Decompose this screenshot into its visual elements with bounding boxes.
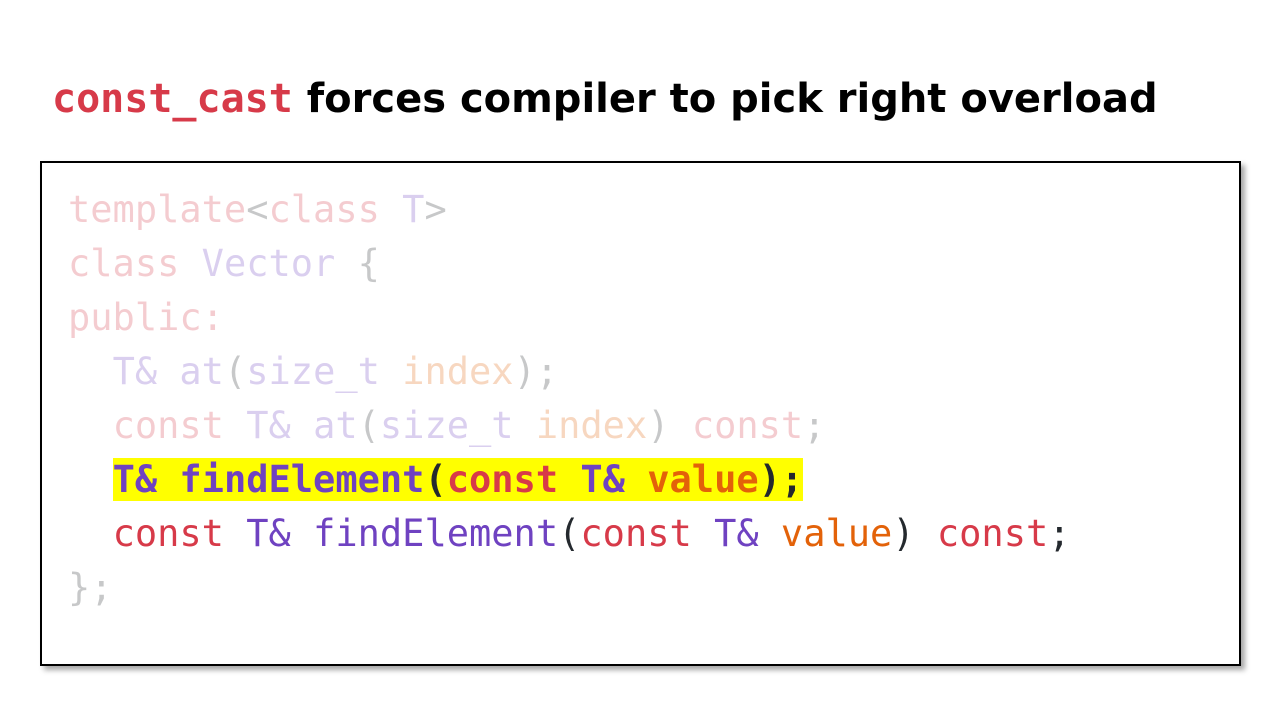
code-token: ) bbox=[892, 512, 937, 555]
code-token: const bbox=[112, 404, 224, 447]
code-token: ; bbox=[803, 404, 826, 447]
code-token: T& bbox=[714, 512, 759, 555]
code-line: }; bbox=[68, 561, 1071, 615]
code-token: }; bbox=[68, 566, 113, 609]
code-token: findElement bbox=[179, 458, 425, 501]
code-token: const bbox=[112, 512, 224, 555]
code-token: const bbox=[580, 512, 692, 555]
code-line: class Vector { bbox=[68, 237, 1071, 291]
code-token: const bbox=[936, 512, 1049, 555]
code-token: T& bbox=[246, 512, 291, 555]
code-token: T& bbox=[112, 458, 158, 501]
code-line: T& at(size_t index); bbox=[68, 345, 1071, 399]
highlight: T& findElement(const T& value); bbox=[112, 458, 804, 501]
code-token: > bbox=[424, 188, 447, 231]
code-token: Vector bbox=[201, 242, 336, 285]
code-token: { bbox=[335, 242, 380, 285]
code-token: public: bbox=[68, 296, 224, 339]
code-token: ) bbox=[647, 404, 692, 447]
code-token: T bbox=[402, 188, 425, 231]
code-token: value bbox=[647, 458, 759, 501]
code-line: const T& at(size_t index) const; bbox=[68, 399, 1071, 453]
code-token: T& bbox=[580, 458, 625, 501]
code-line: template<class T> bbox=[68, 183, 1071, 237]
code-token: T& bbox=[112, 350, 158, 393]
code-line: public: bbox=[68, 291, 1071, 345]
code-box: template<class T> class Vector {public: T… bbox=[40, 161, 1241, 666]
code-token: at bbox=[313, 404, 358, 447]
code-line-highlighted: T& findElement(const T& value); bbox=[68, 453, 1071, 507]
code-token: value bbox=[780, 512, 893, 555]
code-token: T& bbox=[246, 404, 291, 447]
code-block: template<class T> class Vector {public: T… bbox=[68, 183, 1071, 615]
slide-title: const_cast forces compiler to pick right… bbox=[52, 76, 1158, 122]
code-token: < bbox=[246, 188, 269, 231]
code-token: size_t bbox=[246, 350, 380, 393]
code-token: const bbox=[446, 458, 559, 501]
code-token: ( bbox=[357, 404, 380, 447]
code-token: ); bbox=[758, 458, 804, 501]
code-token: at bbox=[179, 350, 224, 393]
code-token: ( bbox=[558, 512, 581, 555]
code-token: const bbox=[691, 404, 804, 447]
code-token: class bbox=[268, 188, 380, 231]
code-token: findElement bbox=[313, 512, 559, 555]
code-token: index bbox=[402, 350, 514, 393]
code-token: ( bbox=[223, 350, 247, 393]
code-token: template bbox=[68, 188, 247, 231]
code-line: const T& findElement(const T& value) con… bbox=[68, 507, 1071, 561]
code-token: size_t bbox=[379, 404, 514, 447]
title-code: const_cast bbox=[52, 76, 293, 122]
code-token: index bbox=[535, 404, 648, 447]
code-token: ); bbox=[513, 350, 559, 393]
code-token: ; bbox=[1048, 512, 1071, 555]
code-token: ( bbox=[424, 458, 447, 501]
title-text: forces compiler to pick right overload bbox=[292, 76, 1158, 122]
code-token: class bbox=[68, 242, 180, 285]
